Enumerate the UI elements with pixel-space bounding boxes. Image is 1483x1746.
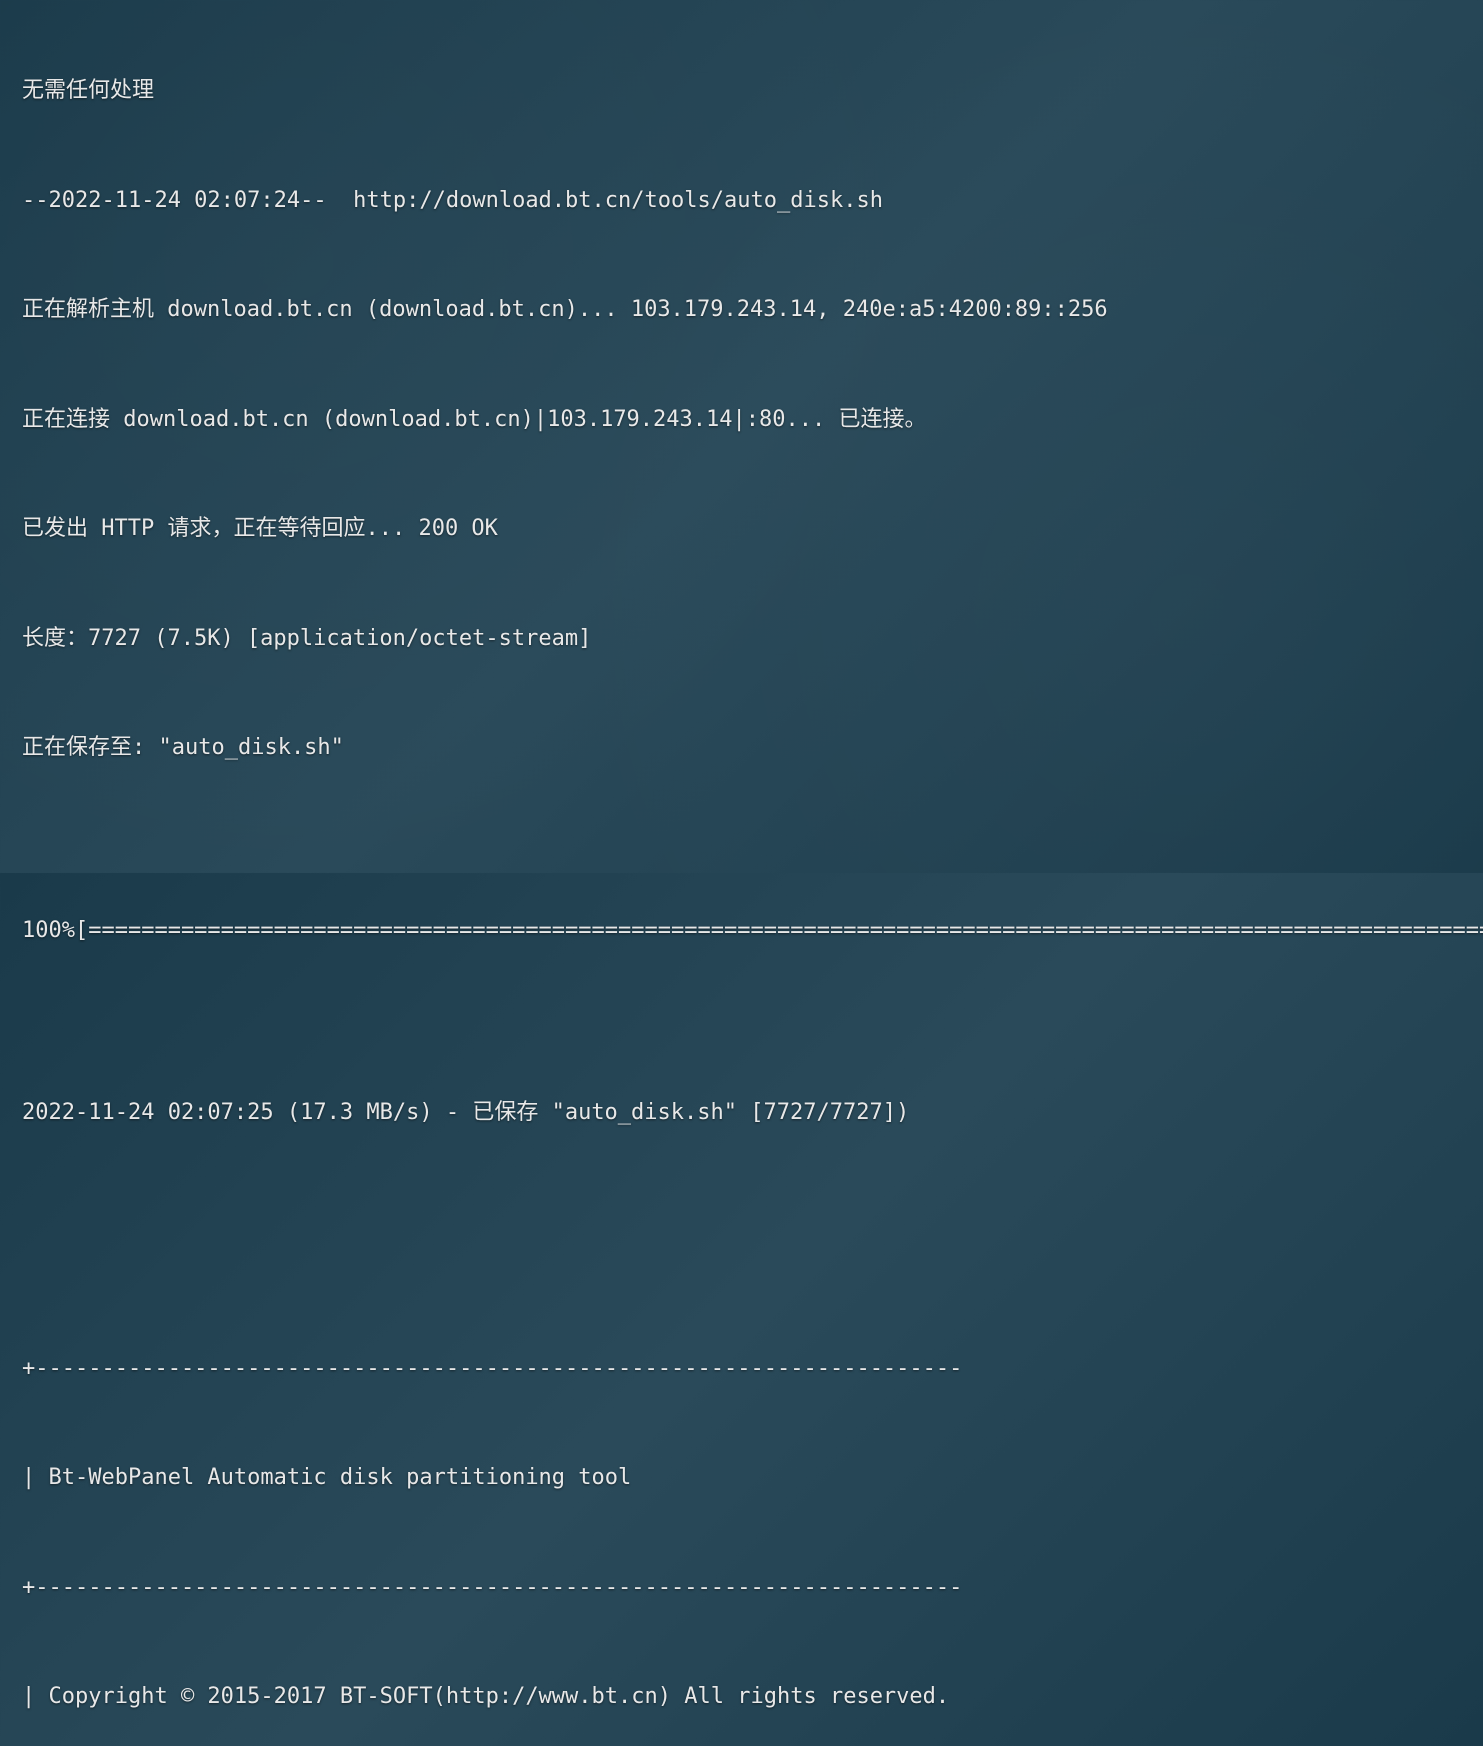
terminal-line: --2022-11-24 02:07:24-- http://download.… — [22, 183, 1461, 220]
terminal-line-progress: 100%[===================================… — [22, 913, 1461, 950]
terminal-line-copyright: | Copyright © 2015-2017 BT-SOFT(http://w… — [22, 1679, 1461, 1716]
terminal-line: 长度：7727 (7.5K) [application/octet-stream… — [22, 621, 1461, 658]
terminal-line-banner-title: | Bt-WebPanel Automatic disk partitionin… — [22, 1460, 1461, 1497]
terminal-line: 正在连接 download.bt.cn (download.bt.cn)|103… — [22, 402, 1461, 439]
terminal-line: 无需任何处理 — [22, 73, 1461, 110]
terminal-line: 2022-11-24 02:07:25 (17.3 MB/s) - 已保存 "a… — [22, 1095, 1461, 1132]
terminal-line: 正在保存至: "auto_disk.sh" — [22, 730, 1461, 767]
terminal-line: 正在解析主机 download.bt.cn (download.bt.cn)..… — [22, 292, 1461, 329]
terminal-line-divider: +---------------------------------------… — [22, 1570, 1461, 1607]
terminal-line: 已发出 HTTP 请求，正在等待回应... 200 OK — [22, 511, 1461, 548]
terminal-output[interactable]: 无需任何处理 --2022-11-24 02:07:24-- http://do… — [0, 0, 1483, 1746]
terminal-line-divider: +---------------------------------------… — [22, 1351, 1461, 1388]
